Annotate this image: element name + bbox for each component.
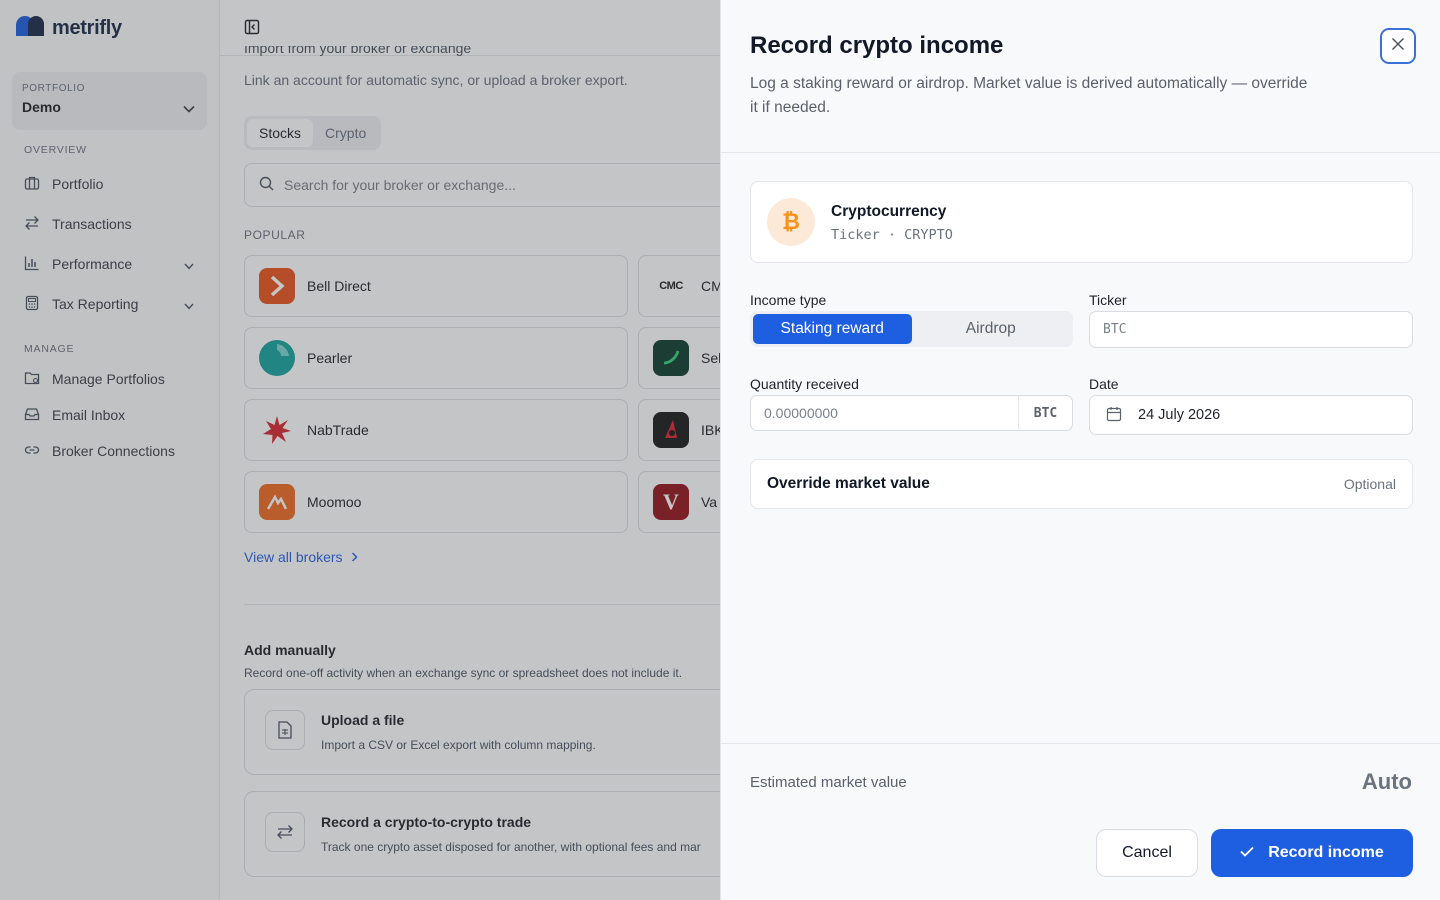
ticker-label: Ticker [1089,292,1127,308]
asset-ticker-meta: Ticker · CRYPTO [831,227,953,243]
income-type-toggle: Staking reward Airdrop [750,311,1073,347]
estimated-market-value-label: Estimated market value [750,774,907,791]
bitcoin-icon: ₿ [767,198,815,246]
estimated-market-value: Auto [1361,769,1412,794]
quantity-label: Quantity received [750,376,859,392]
panel-header: Record crypto income Log a staking rewar… [721,0,1440,153]
calendar-icon [1106,406,1122,425]
income-type-airdrop[interactable]: Airdrop [912,314,1071,344]
record-crypto-income-panel: Record crypto income Log a staking rewar… [720,0,1440,900]
panel-footer: Estimated market value Auto Cancel Recor… [721,743,1440,900]
close-button[interactable] [1380,28,1416,64]
cancel-button[interactable]: Cancel [1096,829,1198,877]
record-income-button[interactable]: Record income [1211,829,1413,877]
override-market-value-section[interactable]: Override market value Optional [750,459,1413,509]
date-label: Date [1089,376,1119,392]
quantity-placeholder: 0.00000000 [764,405,838,421]
ticker-placeholder: BTC [1103,322,1127,337]
bitcoin-glyph: ₿ [782,210,800,235]
asset-name: Cryptocurrency [831,203,947,220]
close-icon [1391,37,1405,56]
override-title: Override market value [767,475,930,492]
panel-subtitle: Log a staking reward or airdrop. Market … [750,75,1308,116]
date-value: 24 July 2026 [1138,407,1221,423]
quantity-unit: BTC [1018,396,1072,430]
income-type-staking-reward[interactable]: Staking reward [753,314,912,344]
ticker-input[interactable]: BTC [1089,311,1413,348]
panel-title: Record crypto income [750,32,1004,59]
date-picker[interactable]: 24 July 2026 [1089,395,1413,435]
quantity-input[interactable]: 0.00000000 BTC [750,395,1073,431]
income-type-label: Income type [750,292,827,308]
record-income-label: Record income [1268,844,1384,861]
asset-summary-card: ₿ Cryptocurrency Ticker · CRYPTO [750,181,1413,263]
optional-badge: Optional [1343,476,1396,492]
modal-backdrop[interactable] [0,0,720,900]
check-icon [1240,844,1254,862]
